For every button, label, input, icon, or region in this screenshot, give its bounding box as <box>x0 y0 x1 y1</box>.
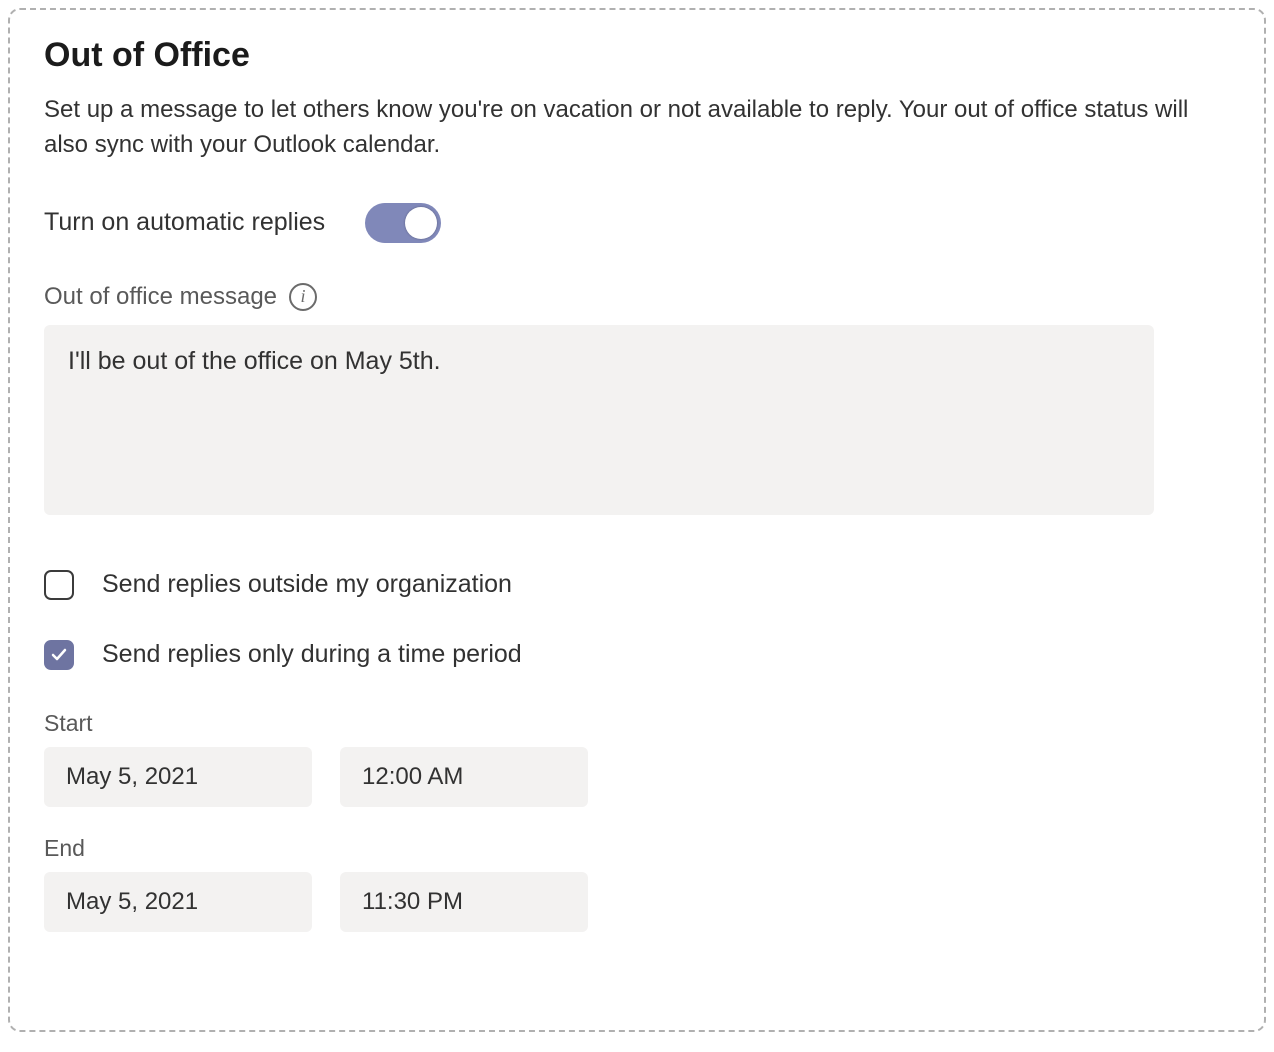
automatic-replies-row: Turn on automatic replies <box>44 203 1230 243</box>
schedule-section: Start May 5, 2021 12:00 AM End May 5, 20… <box>44 710 1230 932</box>
time-period-row: Send replies only during a time period <box>44 640 1230 670</box>
start-date-picker[interactable]: May 5, 2021 <box>44 747 312 807</box>
end-label: End <box>44 835 1230 862</box>
message-field-label-row: Out of office message i <box>44 283 1230 311</box>
time-period-label: Send replies only during a time period <box>102 640 522 669</box>
toggle-knob <box>405 207 437 239</box>
automatic-replies-toggle[interactable] <box>365 203 441 243</box>
start-label: Start <box>44 710 1230 737</box>
end-row: May 5, 2021 11:30 PM <box>44 872 1230 932</box>
end-time-picker[interactable]: 11:30 PM <box>340 872 588 932</box>
automatic-replies-label: Turn on automatic replies <box>44 208 325 237</box>
message-field-label: Out of office message <box>44 283 277 311</box>
send-outside-row: Send replies outside my organization <box>44 570 1230 600</box>
start-time-picker[interactable]: 12:00 AM <box>340 747 588 807</box>
send-outside-checkbox[interactable] <box>44 570 74 600</box>
out-of-office-message-input[interactable] <box>44 325 1154 515</box>
page-title: Out of Office <box>44 36 1230 75</box>
send-outside-label: Send replies outside my organization <box>102 570 512 599</box>
start-row: May 5, 2021 12:00 AM <box>44 747 1230 807</box>
info-icon[interactable]: i <box>289 283 317 311</box>
end-date-picker[interactable]: May 5, 2021 <box>44 872 312 932</box>
page-description: Set up a message to let others know you'… <box>44 93 1230 163</box>
out-of-office-panel: Out of Office Set up a message to let ot… <box>8 8 1266 1032</box>
time-period-checkbox[interactable] <box>44 640 74 670</box>
